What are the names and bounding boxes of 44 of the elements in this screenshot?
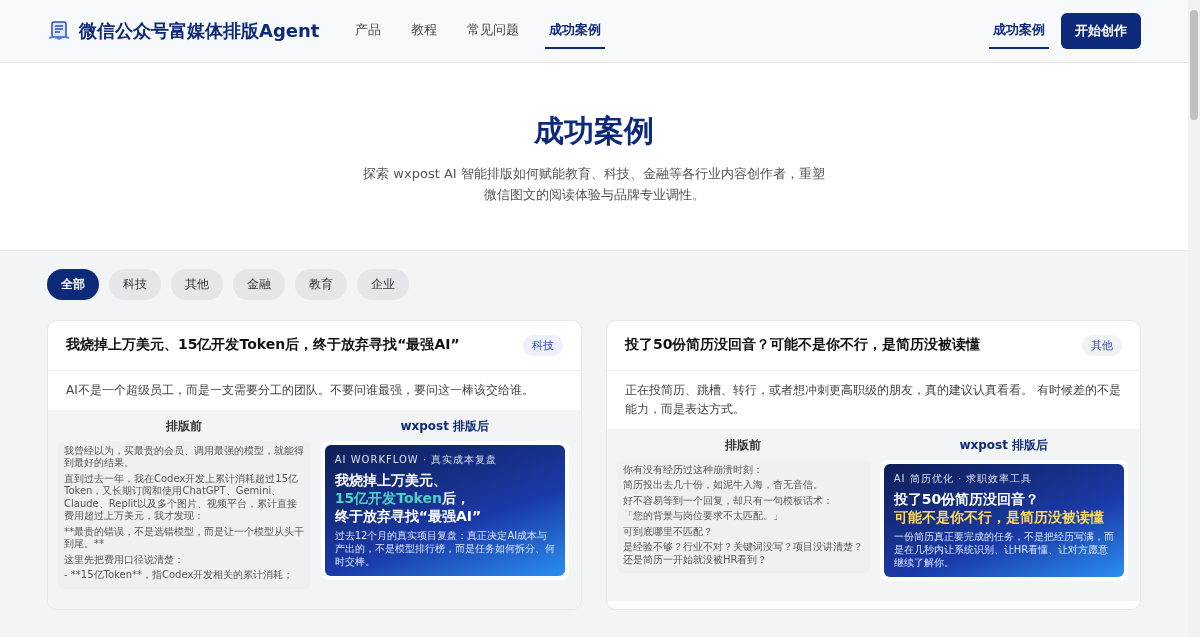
raw-paragraph: **最贵的错误，不是选错模型，而是让一个模型从头干到尾。** (64, 525, 305, 551)
start-creating-button[interactable]: 开始创作 (1061, 13, 1141, 49)
cover-summary: 过去12个月的真实项目复盘：真正决定AI成本与产出的，不是模型排行榜，而是任务如何拆分、何时交棒。 (334, 529, 555, 569)
raw-paragraph: 直到过去一年，我在Codex开发上累计消耗超过15亿Token，又长期订阅和使用ChatGPT、Gemini、Claude、Replit以及多个图片、视频平台，累计直接费用超过上万美元，我才发现： (64, 472, 300, 523)
filter-chip[interactable]: 全部 (47, 268, 99, 300)
raw-paragraph: 「您的背景与岗位要求不太匹配。」 (623, 510, 784, 523)
before-label: 排版前 (724, 436, 763, 454)
filter-chip[interactable]: 教育 (295, 268, 347, 300)
after-label: wxpost 排版后 (958, 436, 1050, 454)
case-title: 我烧掉上万美元、15亿开发Token后，终于放弃寻找“最强AI” (66, 336, 460, 355)
page-title: 成功案例 (533, 112, 655, 150)
raw-paragraph: 好不容易等到一个回复，却只有一句模板话术： (623, 494, 834, 508)
cover-eyebrow: AI 简历优化 · 求职效率工具 (893, 471, 1034, 486)
filter-chip[interactable]: 企业 (357, 268, 409, 300)
case-description: AI不是一个超级员工，而是一支需要分工的团队。不要问谁最强，要问这一棒该交给谁。 (65, 381, 535, 399)
cover-title: 我烧掉上万美元、 15亿开发Token后， 终于放弃寻找“最强AI” (334, 470, 483, 526)
filter-chip[interactable]: 科技 (109, 268, 161, 300)
raw-paragraph: 这里先把费用口径说清楚： (64, 553, 185, 567)
nav-link[interactable]: 成功案例 (545, 13, 606, 49)
raw-paragraph: 我曾经以为，买最贵的会员、调用最强的模型，就能得到最好的结果。 (64, 444, 305, 470)
case-description: 正在投简历、跳槽、转行，或者想冲刺更高职级的朋友，真的建议认真看看。 有时候差的不是能力，而是表达方式。 (624, 381, 1122, 418)
nav-link[interactable]: 产品 (351, 13, 386, 49)
nav-link[interactable]: 常见问题 (463, 13, 524, 49)
raw-paragraph: 简历投出去几十份，如泥牛入海，杳无音信。 (623, 479, 824, 492)
filter-chip[interactable]: 金融 (233, 268, 285, 300)
cover-summary: 一份简历真正要完成的任务，不是把经历写满，而是在几秒内让系统识别、让HR看懂、让对方愿意继续了解你。 (893, 530, 1114, 570)
brand-name: 微信公众号富媒体排版Agent (79, 19, 320, 43)
after-label: wxpost 排版后 (399, 417, 491, 435)
scrollbar[interactable] (1188, 0, 1200, 637)
nav-link[interactable]: 教程 (407, 13, 442, 49)
raw-paragraph: 可到底哪里不匹配？ (623, 525, 714, 539)
filter-chip[interactable]: 其他 (171, 268, 223, 300)
book-logo-icon (47, 19, 71, 43)
raw-paragraph: 是经验不够？行业不对？关键词没写？项目没讲清楚？还是简历一开始就没被HR看到？ (623, 541, 864, 567)
before-label: 排版前 (165, 417, 204, 435)
category-tag: 科技 (523, 334, 563, 356)
raw-paragraph: 你有没有经历过这种崩溃时刻： (623, 463, 764, 477)
raw-paragraph: - **15亿Token**，指Codex开发相关的累计消耗； (64, 569, 295, 582)
category-tag: 其他 (1082, 334, 1122, 356)
page-subtitle: 探索 wxpost AI 智能排版如何赋能教育、科技、金融等各行业内容创作者，重塑微信图文的阅读体验与品牌专业调性。 (362, 165, 826, 204)
cases-link[interactable]: 成功案例 (989, 13, 1049, 49)
cover-title: 投了50份简历没回音？ 可能不是你不行，是简历没被读懂 (893, 489, 1105, 527)
cover-eyebrow: AI WORKFLOW · 真实成本复盘 (334, 452, 499, 467)
case-title: 投了50份简历没回音？可能不是你不行，是简历没被读懂 (625, 336, 981, 355)
